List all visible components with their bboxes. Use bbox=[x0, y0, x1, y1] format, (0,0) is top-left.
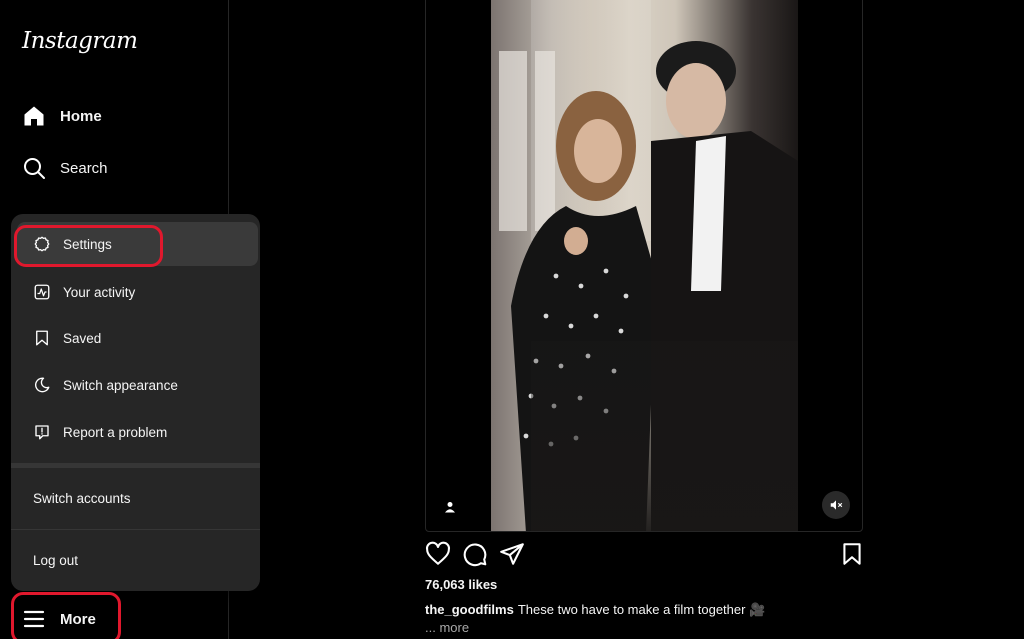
search-icon bbox=[24, 158, 45, 179]
post-video[interactable] bbox=[491, 0, 798, 531]
menu-item-saved[interactable]: Saved bbox=[17, 316, 258, 360]
sidebar-item-search[interactable]: Search bbox=[22, 151, 108, 185]
sidebar-item-more[interactable]: More bbox=[22, 602, 96, 636]
muted-speaker-icon bbox=[830, 500, 843, 510]
sidebar-item-label: Home bbox=[60, 107, 102, 125]
caption-more-link[interactable]: ... more bbox=[425, 620, 469, 635]
save-bookmark-icon[interactable] bbox=[839, 541, 865, 567]
menu-divider bbox=[11, 529, 260, 530]
sidebar-item-home[interactable]: Home bbox=[22, 99, 102, 133]
menu-item-switch-appearance[interactable]: Switch appearance bbox=[17, 363, 258, 407]
sidebar-item-label: Search bbox=[60, 159, 108, 177]
activity-icon bbox=[34, 284, 50, 300]
menu-item-label: Switch appearance bbox=[63, 377, 178, 393]
share-send-icon[interactable] bbox=[499, 541, 525, 567]
menu-item-label: Report a problem bbox=[63, 424, 168, 440]
tagged-user-icon[interactable] bbox=[440, 497, 460, 517]
post-caption: the_goodfilms These two have to make a fi… bbox=[425, 602, 765, 618]
menu-divider bbox=[11, 463, 260, 468]
caption-text: These two have to make a film together 🎥 bbox=[517, 602, 766, 617]
moon-icon bbox=[35, 377, 50, 393]
menu-item-label: Saved bbox=[63, 330, 102, 346]
switch-accounts-button[interactable]: Switch accounts bbox=[33, 491, 131, 506]
home-icon bbox=[24, 106, 44, 126]
report-icon bbox=[35, 425, 49, 440]
caption-username[interactable]: the_goodfilms bbox=[425, 602, 514, 617]
likes-count[interactable]: 76,063 likes bbox=[425, 577, 497, 592]
sidebar-item-label: More bbox=[60, 610, 96, 628]
bookmark-icon bbox=[36, 330, 48, 346]
menu-item-label: Your activity bbox=[63, 284, 136, 300]
like-heart-icon[interactable] bbox=[425, 541, 451, 567]
comment-icon[interactable] bbox=[462, 541, 488, 567]
video-shadow bbox=[531, 341, 798, 531]
menu-item-label: Settings bbox=[63, 236, 112, 252]
menu-item-your-activity[interactable]: Your activity bbox=[17, 270, 258, 314]
hamburger-icon bbox=[23, 610, 45, 628]
instagram-logo[interactable]: Instagram bbox=[22, 28, 138, 54]
settings-icon bbox=[34, 236, 50, 252]
menu-item-report-problem[interactable]: Report a problem bbox=[17, 410, 258, 454]
more-menu: Settings Your activity Saved Switch appe… bbox=[11, 214, 260, 591]
post-card bbox=[425, 0, 863, 532]
log-out-button[interactable]: Log out bbox=[33, 553, 78, 568]
mute-toggle-button[interactable] bbox=[822, 491, 850, 519]
menu-item-settings[interactable]: Settings bbox=[17, 222, 258, 266]
post-actions bbox=[425, 541, 863, 569]
